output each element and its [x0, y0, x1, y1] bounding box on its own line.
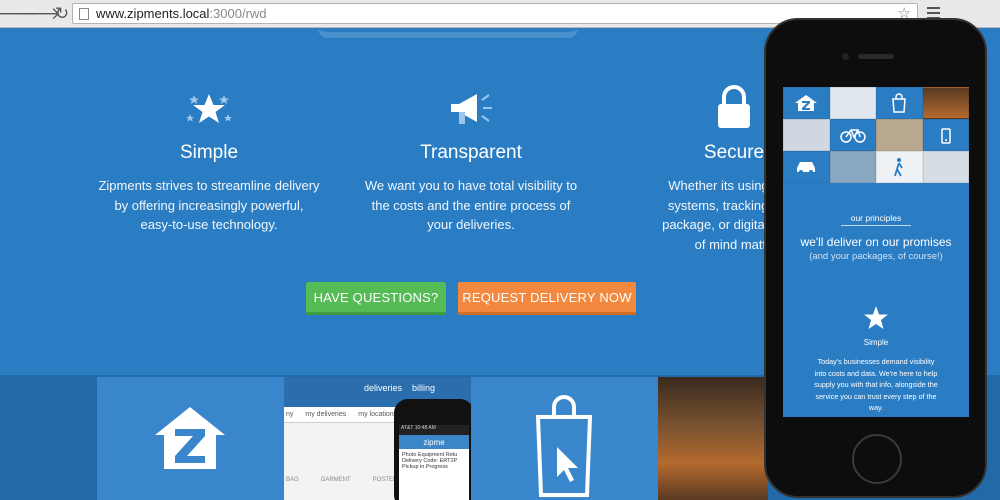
shopping-bag-tile [471, 377, 658, 500]
feature-description: Zipments strives to streamline delivery … [98, 178, 320, 232]
mini-status-bar: AT&T 10:48 AM [399, 425, 469, 435]
photo-cell [829, 151, 876, 183]
phone-photo-grid [783, 87, 969, 183]
photo-cell [922, 87, 969, 119]
feature-title: Simple [179, 142, 239, 163]
phone-principles-heading: our principles [850, 213, 902, 223]
lock-icon [718, 85, 750, 128]
url-path: :3000/rwd [209, 6, 267, 21]
phone-simple-title: Simple [863, 338, 889, 347]
shopping-bag-icon [535, 395, 593, 497]
phone-speaker [858, 54, 894, 59]
mini-text: Photo Equipment Retu Delivery Code: ERT2… [402, 452, 458, 470]
star-icon [863, 305, 889, 331]
mini-brand: zipme [399, 435, 469, 449]
photo-cell [783, 119, 830, 151]
request-delivery-button[interactable]: REQUEST DELIVERY NOW [458, 282, 636, 315]
photo-cell [829, 87, 876, 119]
stars-icon [186, 94, 232, 123]
phone-home-button[interactable] [852, 434, 902, 484]
forward-icon[interactable]: 🡒 [15, 4, 61, 24]
faded-heading [318, 28, 578, 38]
photo-cell [876, 119, 923, 151]
phone-packages-subheading: (and your packages, of course!) [809, 251, 943, 262]
reload-icon[interactable]: ↻ [52, 4, 72, 24]
mini-phone-screen: AT&T 10:48 AM zipme Photo Equipment Retu… [399, 425, 469, 500]
photo-cell [922, 151, 969, 183]
feature-title: Transparent [420, 142, 522, 163]
app-screenshot-tile: deliveries billing ny my deliveries my l… [284, 377, 471, 500]
phone-signal-icon [922, 119, 969, 151]
phone-camera [842, 53, 849, 60]
zipments-logo-tile [97, 377, 284, 500]
feature-description: We want you to have total visibility to … [364, 178, 578, 232]
feature-transparent: Transparent We want you to have total vi… [321, 78, 621, 235]
bicycle-icon [829, 119, 876, 151]
url-host: www.zipments.local [96, 6, 210, 21]
car-icon [783, 151, 830, 183]
screenshot-tabs: deliveries billing [364, 383, 436, 393]
shopping-bag-icon [876, 87, 923, 119]
walking-person-icon [876, 151, 923, 183]
feature-simple: Simple Zipments strives to streamline de… [59, 78, 359, 235]
megaphone-icon [451, 94, 492, 124]
zipments-logo-icon [155, 407, 225, 469]
phone-screen: our principles we'll deliver on our prom… [783, 87, 969, 417]
mini-phone: AT&T 10:48 AM zipme Photo Equipment Retu… [394, 399, 471, 500]
page-icon [79, 7, 89, 20]
browser-window: 🡐 🡒 ↻ www.zipments.local:3000/rwd ☆ Simp [0, 0, 1000, 500]
phone-promise-heading: we'll deliver on our promises [800, 235, 952, 249]
city-photo-tile [658, 377, 768, 500]
have-questions-button[interactable]: HAVE QUESTIONS? [306, 282, 446, 315]
phone-mockup: our principles we'll deliver on our prom… [764, 18, 987, 498]
phone-simple-description: Today's businesses demand visibility int… [814, 357, 938, 413]
principles-underline [841, 225, 911, 226]
zipments-logo-icon [783, 87, 830, 119]
